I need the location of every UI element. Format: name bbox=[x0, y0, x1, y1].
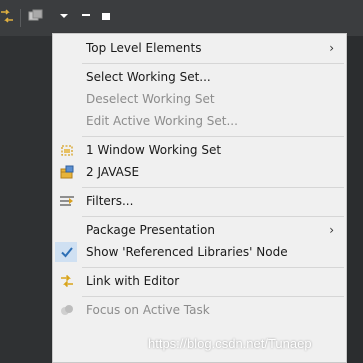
submenu-arrow-icon: › bbox=[329, 223, 334, 237]
menu-item-label: Package Presentation bbox=[86, 223, 215, 237]
menu-separator bbox=[82, 216, 344, 217]
menu-item-label: Filters... bbox=[86, 194, 134, 208]
view-menu-chevron-down-icon[interactable] bbox=[58, 6, 70, 26]
checkmark-icon bbox=[59, 244, 75, 260]
menu-item-select-working-set[interactable]: Select Working Set... bbox=[53, 66, 346, 88]
menu-item-window-working-set[interactable]: 1 Window Working Set bbox=[53, 139, 346, 161]
focus-task-toolbar-icon[interactable] bbox=[28, 6, 44, 26]
menu-item-edit-active-working-set: Edit Active Working Set... bbox=[53, 110, 346, 132]
window-working-set-icon bbox=[59, 142, 75, 158]
focus-task-icon bbox=[59, 302, 75, 318]
view-menu: Top Level Elements › Select Working Set.… bbox=[52, 33, 347, 363]
menu-separator bbox=[82, 187, 344, 188]
menu-separator bbox=[82, 63, 344, 64]
menu-item-top-level-elements[interactable]: Top Level Elements › bbox=[53, 37, 346, 59]
menu-item-label: 1 Window Working Set bbox=[86, 143, 222, 157]
working-set-icon bbox=[59, 164, 75, 180]
menu-item-label: Show 'Referenced Libraries' Node bbox=[86, 245, 288, 259]
package-explorer-tree-area bbox=[0, 36, 52, 363]
menu-item-javase-working-set[interactable]: 2 JAVASE bbox=[53, 161, 346, 183]
editor-edge bbox=[347, 36, 363, 363]
toolbar-separator bbox=[20, 9, 21, 27]
menu-item-package-presentation[interactable]: Package Presentation › bbox=[53, 219, 346, 241]
menu-item-label: Select Working Set... bbox=[86, 70, 211, 84]
filters-icon bbox=[59, 193, 75, 209]
menu-item-label: Link with Editor bbox=[86, 274, 180, 288]
menu-item-label: Focus on Active Task bbox=[86, 303, 210, 317]
menu-item-link-with-editor[interactable]: Link with Editor bbox=[53, 270, 346, 292]
menu-separator bbox=[82, 296, 344, 297]
menu-item-label: Deselect Working Set bbox=[86, 92, 215, 106]
menu-item-show-referenced-libraries[interactable]: Show 'Referenced Libraries' Node bbox=[53, 241, 346, 263]
minimize-icon[interactable] bbox=[80, 6, 92, 26]
watermark-url: https://blog.csdn.net/Tunaep bbox=[148, 336, 312, 351]
menu-item-focus-on-active-task: Focus on Active Task bbox=[53, 299, 346, 321]
menu-separator bbox=[82, 267, 344, 268]
menu-item-label: Top Level Elements bbox=[86, 41, 202, 55]
menu-item-label: Edit Active Working Set... bbox=[86, 114, 238, 128]
menu-separator bbox=[82, 136, 344, 137]
menu-item-filters[interactable]: Filters... bbox=[53, 190, 346, 212]
submenu-arrow-icon: › bbox=[329, 41, 334, 55]
menu-item-label: 2 JAVASE bbox=[86, 165, 140, 179]
menu-item-deselect-working-set: Deselect Working Set bbox=[53, 88, 346, 110]
link-with-editor-icon bbox=[59, 273, 75, 289]
maximize-icon[interactable] bbox=[100, 6, 112, 26]
view-toolbar bbox=[0, 0, 363, 36]
link-editor-toolbar-icon[interactable] bbox=[0, 6, 14, 26]
